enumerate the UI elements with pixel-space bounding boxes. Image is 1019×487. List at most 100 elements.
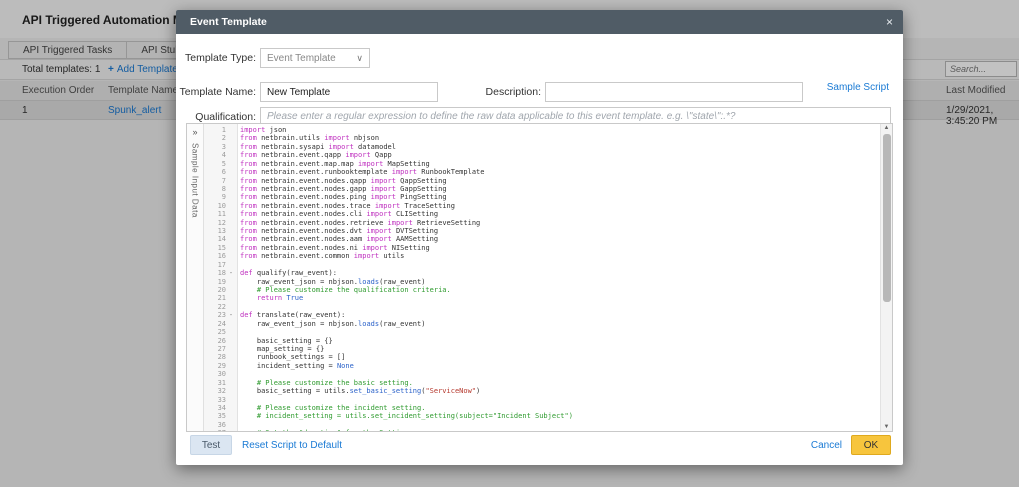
- line-number: 36: [217, 420, 226, 429]
- sample-input-data-panel: » Sample Input Data: [187, 124, 204, 431]
- line-number: 17: [217, 260, 226, 269]
- reset-script-link[interactable]: Reset Script to Default: [242, 440, 342, 451]
- line-number: 9: [221, 193, 226, 202]
- event-template-dialog: Event Template × Template Type: Event Te…: [176, 10, 903, 465]
- line-number: 6: [221, 168, 226, 177]
- test-button[interactable]: Test: [190, 435, 232, 455]
- code-line: # Please customize the basic setting.: [240, 378, 413, 387]
- script-editor: » Sample Input Data 1 2 3 4 5 6 7 8 9 10 11 12 13 14 1…: [186, 123, 893, 432]
- scroll-down-icon[interactable]: ▼: [881, 424, 892, 430]
- code-line: # Please customize the incident setting.: [240, 403, 426, 412]
- code-line: basic_setting = {}: [240, 336, 333, 345]
- line-number: 35: [217, 412, 226, 421]
- line-number: 2: [221, 134, 226, 143]
- gutter-lines: 1 2 3 4 5 6 7 8 9 10 11 12 13 14 15 16 17 18-19 20 21 22 23-2…: [204, 124, 238, 431]
- line-number: 15: [217, 243, 226, 252]
- line-number: 27: [217, 344, 226, 353]
- code-line: from netbrain.event.runbooktemplate impo…: [240, 168, 485, 177]
- template-name-input[interactable]: [260, 82, 438, 102]
- template-type-value: Event Template: [267, 52, 336, 64]
- description-input[interactable]: [545, 82, 803, 102]
- code-lines[interactable]: import json from netbrain.utils import nb…: [238, 124, 880, 431]
- line-number: 18-: [204, 269, 237, 277]
- code-line: map_setting = {}: [240, 344, 325, 353]
- line-number: 29: [217, 361, 226, 370]
- line-number: 22: [217, 302, 226, 311]
- fold-marker-icon[interactable]: -: [226, 269, 236, 277]
- line-number: 12: [217, 218, 226, 227]
- code-line: from netbrain.event.nodes.ping import Pi…: [240, 193, 447, 202]
- code-line: from netbrain.sysapi import datamodel: [240, 142, 396, 151]
- template-type-dropdown[interactable]: Event Template ∨: [260, 48, 370, 68]
- cancel-link[interactable]: Cancel: [811, 440, 842, 451]
- line-number: 25: [217, 328, 226, 337]
- line-number: 3: [221, 142, 226, 151]
- template-type-label: Template Type:: [184, 52, 256, 64]
- line-number: 33: [217, 395, 226, 404]
- line-number: 37: [204, 429, 237, 431]
- line-number: 23-: [204, 311, 237, 319]
- code-line: from netbrain.event.nodes.dvt import DVT…: [240, 227, 439, 236]
- code-line: incident_setting = None: [240, 361, 354, 370]
- line-number: 14: [217, 235, 226, 244]
- ok-button[interactable]: OK: [851, 435, 891, 455]
- code-line: from netbrain.utils import nbjson: [240, 134, 380, 143]
- qualification-label: Qualification:: [195, 111, 256, 123]
- code-line: from netbrain.event.map.map import MapSe…: [240, 159, 430, 168]
- code-line: raw_event_json = nbjson.loads(raw_event): [240, 277, 426, 286]
- screen: API Triggered Automation Manager API Tri…: [0, 0, 1019, 487]
- expand-panel-icon[interactable]: »: [192, 127, 197, 137]
- line-number: 16: [217, 252, 226, 261]
- code-line: # Please customize the qualification cri…: [240, 286, 451, 295]
- code-line: from netbrain.event.nodes.aam import AAM…: [240, 235, 439, 244]
- code-line: return True: [256, 294, 304, 303]
- code-line: from netbrain.event.qapp import Qapp: [240, 151, 392, 160]
- line-number: 26: [217, 336, 226, 345]
- line-number: 19: [217, 277, 226, 286]
- editor-scrollbar[interactable]: ▲ ▼: [880, 124, 892, 431]
- code-line: def qualify(raw_event):: [240, 269, 337, 278]
- code-line: # incident_setting = utils.set_incident_…: [240, 412, 573, 421]
- line-number: 24: [217, 319, 226, 328]
- fold-marker-icon[interactable]: -: [226, 311, 236, 319]
- chevron-down-icon: ∨: [356, 52, 363, 63]
- dialog-title: Event Template: [190, 16, 267, 28]
- code-line: runbook_settings = []: [240, 353, 346, 362]
- close-icon[interactable]: ×: [886, 14, 893, 30]
- line-number: 31: [217, 378, 226, 387]
- dialog-header[interactable]: Event Template ×: [176, 10, 903, 34]
- template-name-label: Template Name:: [179, 86, 256, 98]
- code-line: raw_event_json = nbjson.loads(raw_event): [240, 319, 426, 328]
- code-line: from netbrain.event.nodes.qapp import Qa…: [240, 176, 447, 185]
- line-number: 7: [221, 176, 226, 185]
- line-number: 1: [221, 126, 226, 134]
- line-number: 13: [217, 227, 226, 236]
- line-number: 8: [221, 184, 226, 193]
- scroll-up-icon[interactable]: ▲: [881, 125, 892, 131]
- line-number: 21: [217, 294, 226, 303]
- code-line: # Set the "duration" for the Setting.: [240, 429, 880, 431]
- line-number: 32: [217, 387, 226, 396]
- line-number: 4: [221, 151, 226, 160]
- code-line: from netbrain.event.nodes.gapp import Ga…: [240, 184, 447, 193]
- line-number: 34: [217, 403, 226, 412]
- code-line: basic_setting = utils.set_basic_setting(…: [240, 387, 481, 396]
- sample-script-link[interactable]: Sample Script: [827, 82, 889, 93]
- code-line: from netbrain.event.common import utils: [240, 252, 405, 261]
- line-number: 10: [217, 201, 226, 210]
- line-number: 20: [217, 286, 226, 295]
- code-line: import json: [240, 126, 287, 134]
- description-label: Description:: [485, 86, 541, 98]
- code-line: from netbrain.event.nodes.ni import NISe…: [240, 243, 430, 252]
- code-line: def translate(raw_event):: [240, 311, 346, 320]
- line-number: 28: [217, 353, 226, 362]
- code-line: from netbrain.event.nodes.trace import T…: [240, 201, 455, 210]
- code-line: from netbrain.event.nodes.retrieve impor…: [240, 218, 481, 227]
- line-number: 5: [221, 159, 226, 168]
- scrollbar-thumb[interactable]: [883, 134, 891, 302]
- sample-input-data-label: Sample Input Data: [190, 143, 200, 218]
